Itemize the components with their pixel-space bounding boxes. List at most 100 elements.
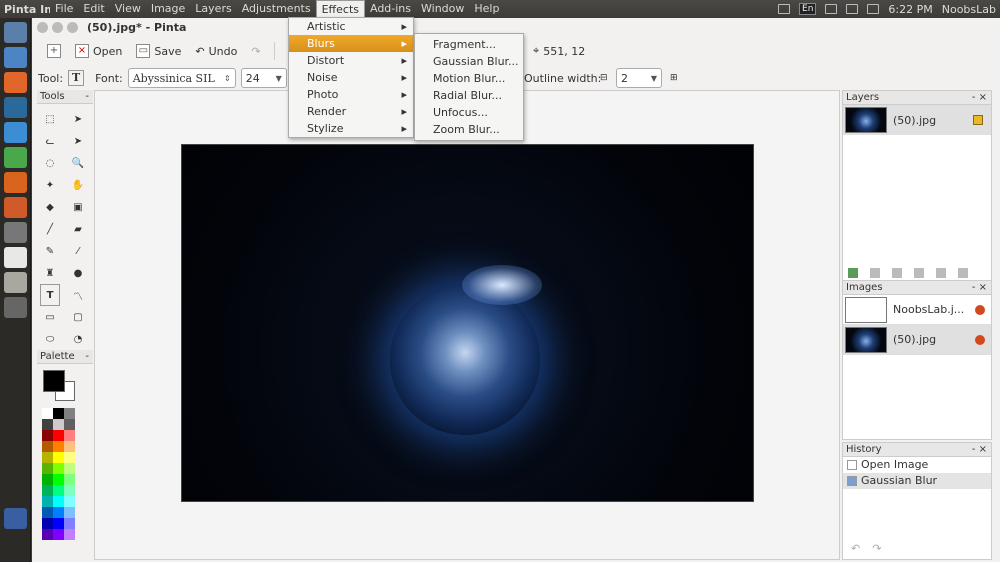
impress-icon[interactable] (4, 172, 27, 193)
blur-unfocus[interactable]: Unfocus... (415, 104, 523, 121)
swatch[interactable] (53, 441, 64, 452)
font-size-select[interactable]: 24 ▼ (240, 68, 287, 88)
menu-addins[interactable]: Add-ins (365, 0, 416, 18)
freeform-shape-icon[interactable]: ◔ (68, 328, 88, 350)
blur-gaussian[interactable]: Gaussian Blur... (415, 53, 523, 70)
save-button[interactable]: ▭ Save (131, 42, 186, 60)
swatch[interactable] (42, 496, 53, 507)
effects-stylize[interactable]: Stylize ▸ (289, 120, 413, 137)
effects-photo[interactable]: Photo ▸ (289, 86, 413, 103)
font-select[interactable]: Abyssinica SIL ⇕ (127, 68, 236, 88)
text-tool-icon[interactable]: T (68, 70, 85, 86)
minimize-window-icon[interactable] (52, 22, 63, 33)
duplicate-layer-icon[interactable] (892, 268, 902, 278)
blur-radial[interactable]: Radial Blur... (415, 87, 523, 104)
lasso-select-icon[interactable]: ᓚ (40, 130, 60, 152)
menu-image[interactable]: Image (146, 0, 190, 18)
effects-render[interactable]: Render ▸ (289, 103, 413, 120)
image-row[interactable]: NoobsLab.j... (843, 295, 991, 325)
menu-layers[interactable]: Layers (190, 0, 236, 18)
swatch[interactable] (64, 408, 75, 419)
swatch[interactable] (42, 529, 53, 540)
swatch[interactable] (64, 463, 75, 474)
panel-close-icon[interactable]: - × (972, 91, 987, 104)
close-image-icon[interactable] (975, 334, 985, 345)
menu-edit[interactable]: Edit (78, 0, 109, 18)
merge-layer-icon[interactable] (914, 268, 924, 278)
blur-zoom[interactable]: Zoom Blur... (415, 121, 523, 138)
history-item[interactable]: Open Image (843, 457, 991, 473)
swatch[interactable] (64, 474, 75, 485)
history-undo-icon[interactable]: ↶ (851, 542, 860, 555)
swatch[interactable] (53, 408, 64, 419)
swatch[interactable] (42, 463, 53, 474)
close-image-icon[interactable] (975, 304, 985, 315)
settings-icon[interactable] (4, 222, 27, 243)
user-menu[interactable]: NoobsLab (942, 3, 996, 16)
thunderbird-icon[interactable] (4, 97, 27, 118)
blur-fragment[interactable]: Fragment... (415, 36, 523, 53)
swatch[interactable] (42, 452, 53, 463)
swatch[interactable] (42, 507, 53, 518)
battery-icon[interactable] (825, 4, 838, 14)
layer-visible-checkbox[interactable] (973, 115, 983, 125)
history-redo-icon[interactable]: ↷ (872, 542, 881, 555)
eraser-icon[interactable]: ▰ (68, 218, 88, 240)
history-item[interactable]: Gaussian Blur (843, 473, 991, 489)
swatch[interactable] (53, 496, 64, 507)
swatch[interactable] (53, 474, 64, 485)
menu-help[interactable]: Help (469, 0, 504, 18)
swatch[interactable] (64, 529, 75, 540)
swatch[interactable] (64, 518, 75, 529)
menu-adjustments[interactable]: Adjustments (237, 0, 316, 18)
rect-select-icon[interactable]: ⬚ (40, 108, 60, 130)
mail-icon[interactable] (778, 4, 791, 14)
swatch[interactable] (42, 441, 53, 452)
swatch[interactable] (53, 507, 64, 518)
ellipse-icon[interactable]: ⬭ (40, 328, 60, 350)
outline-width-select[interactable]: 2 ▼ (616, 68, 662, 88)
panel-collapse-icon[interactable]: - (85, 350, 89, 363)
clone-stamp-icon[interactable]: ♜ (40, 262, 60, 284)
undo-button[interactable]: ↶ Undo (190, 43, 242, 60)
primary-color[interactable] (43, 370, 65, 392)
magic-wand-icon[interactable]: ✦ (40, 174, 60, 196)
trash-icon[interactable] (4, 508, 27, 529)
menu-file[interactable]: File (50, 0, 78, 18)
clock[interactable]: 6:22 PM (888, 3, 932, 16)
swatch[interactable] (53, 518, 64, 529)
canvas-image[interactable] (181, 144, 754, 502)
effects-artistic[interactable]: Artistic ▸ (289, 18, 413, 35)
swatch[interactable] (64, 452, 75, 463)
add-layer-icon[interactable] (848, 268, 858, 278)
swatch[interactable] (42, 419, 53, 430)
delete-layer-icon[interactable] (870, 268, 880, 278)
color-picker-icon[interactable]: ⁄ (68, 240, 88, 262)
swatch[interactable] (53, 529, 64, 540)
swatch[interactable] (53, 452, 64, 463)
swatch[interactable] (53, 419, 64, 430)
effects-blurs[interactable]: Blurs ▸ (289, 35, 413, 52)
pan-icon[interactable]: ✋ (68, 174, 88, 196)
menu-window[interactable]: Window (416, 0, 469, 18)
swatch[interactable] (42, 518, 53, 529)
files-icon[interactable] (4, 47, 27, 68)
text-tool-button-icon[interactable]: T (40, 284, 60, 306)
move-selected-icon[interactable]: ➤ (68, 108, 88, 130)
software-center-icon[interactable] (4, 197, 27, 218)
move-selection-icon[interactable]: ➤ (68, 130, 88, 152)
swatch[interactable] (53, 430, 64, 441)
ellipse-select-icon[interactable]: ◌ (40, 152, 60, 174)
layer-row[interactable]: (50).jpg (843, 105, 991, 135)
line-curve-icon[interactable]: 〽 (68, 284, 88, 306)
writer-icon[interactable] (4, 122, 27, 143)
workspace-icon[interactable] (4, 297, 27, 318)
swatch[interactable] (64, 485, 75, 496)
swatch[interactable] (64, 419, 75, 430)
close-window-icon[interactable] (37, 22, 48, 33)
canvas-area[interactable] (94, 90, 840, 560)
volume-icon[interactable] (867, 4, 880, 14)
paint-bucket-icon[interactable]: ◆ (40, 196, 60, 218)
swatch[interactable] (42, 430, 53, 441)
maximize-window-icon[interactable] (67, 22, 78, 33)
